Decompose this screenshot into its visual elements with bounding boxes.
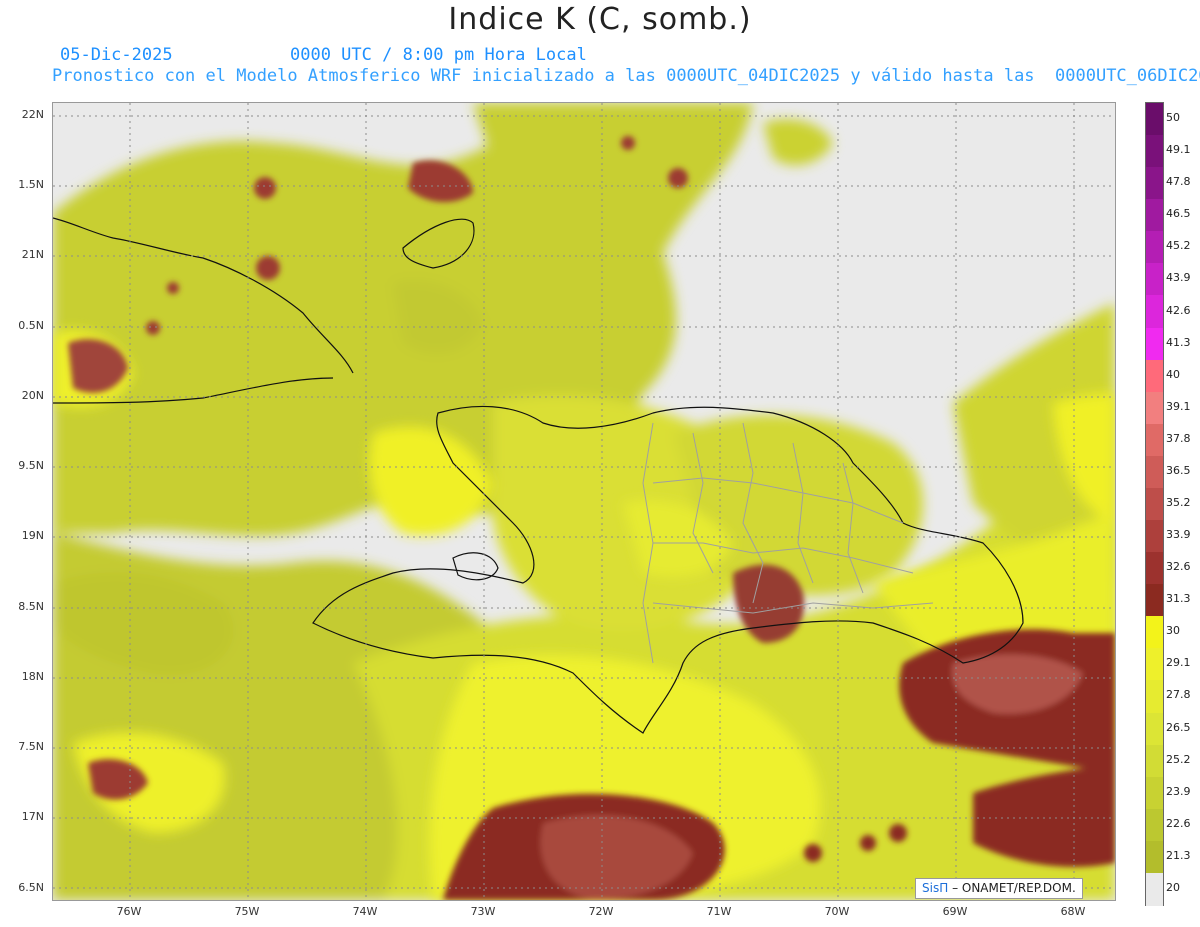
colorbar-cell <box>1146 552 1163 586</box>
colorbar-cell <box>1146 231 1163 265</box>
lon-label-70w: 70W <box>824 905 850 918</box>
lat-label-20-5n: 0.5N <box>18 319 44 332</box>
colorbar-label: 41.3 <box>1166 335 1191 349</box>
colorbar-label: 26.5 <box>1166 720 1191 734</box>
colorbar-cell <box>1146 263 1163 297</box>
colorbar-label: 46.5 <box>1166 207 1191 221</box>
colorbar-cell <box>1146 295 1163 329</box>
forecast-time: 0000 UTC / 8:00 pm Hora Local <box>290 45 587 65</box>
lon-label-71w: 71W <box>706 905 732 918</box>
colorbar-cell <box>1146 327 1163 361</box>
colorbar-cell <box>1146 199 1163 233</box>
forecast-date: 05-Dic-2025 <box>60 45 173 65</box>
colorbar-cell <box>1146 840 1163 874</box>
lon-label-73w: 73W <box>470 905 496 918</box>
colorbar-cell <box>1146 616 1163 650</box>
colorbar-label: 27.8 <box>1166 688 1191 702</box>
colorbar-cell <box>1146 359 1163 393</box>
lat-label-16-5n: 6.5N <box>18 881 44 894</box>
lat-label-20n: 20N <box>21 389 44 402</box>
colorbar-cell <box>1146 391 1163 425</box>
colorbar-label: 39.1 <box>1166 399 1191 413</box>
lon-label-75w: 75W <box>234 905 260 918</box>
colorbar-label: 36.5 <box>1166 463 1191 477</box>
credit-text: – ONAMET/REP.DOM. <box>952 881 1076 895</box>
lon-label-74w: 74W <box>352 905 378 918</box>
colorbar-label: 49.1 <box>1166 143 1191 157</box>
colorbar-cell <box>1146 487 1163 521</box>
colorbar-cell <box>1146 584 1163 618</box>
colorbar-label: 29.1 <box>1166 656 1191 670</box>
colorbar-cell <box>1146 103 1163 136</box>
colorbar-label: 23.9 <box>1166 784 1191 798</box>
colorbar-label: 25.2 <box>1166 752 1191 766</box>
colorbar-cell <box>1146 648 1163 682</box>
map-title: Indice K (C, somb.) <box>448 2 752 37</box>
colorbar-cell <box>1146 872 1163 906</box>
lon-label-68w: 68W <box>1060 905 1086 918</box>
lat-label-18-5n: 8.5N <box>18 600 44 613</box>
colorbar-cell <box>1146 776 1163 810</box>
lat-label-19n: 19N <box>21 529 44 542</box>
colorbar-label: 42.6 <box>1166 303 1191 317</box>
colorbar-cell <box>1146 520 1163 554</box>
lat-label-18n: 18N <box>21 670 44 683</box>
colorbar-label: 35.2 <box>1166 496 1191 509</box>
colorbar-cell <box>1146 455 1163 489</box>
credit-box: SisΠ – ONAMET/REP.DOM. <box>915 878 1083 899</box>
colorbar-cell <box>1146 167 1163 201</box>
lon-label-69w: 69W <box>942 905 968 918</box>
lat-label-19-5n: 9.5N <box>18 459 44 472</box>
lat-label-17n: 17N <box>21 810 44 823</box>
colorbar-label: 47.8 <box>1166 175 1191 189</box>
colorbar-cell <box>1146 712 1163 746</box>
forecast-description: Pronostico con el Modelo Atmosferico WRF… <box>52 66 1200 86</box>
lon-label-76w: 76W <box>116 905 142 918</box>
colorbar-label: 45.2 <box>1166 239 1191 253</box>
colorbar <box>1145 102 1164 906</box>
colorbar-label: 20 <box>1166 880 1180 894</box>
colorbar-label: 22.6 <box>1166 816 1191 830</box>
colorbar-label: 32.6 <box>1166 560 1191 574</box>
lat-label-17-5n: 7.5N <box>18 740 44 753</box>
credit-brand: SisΠ <box>922 881 949 895</box>
lon-label-72w: 72W <box>588 905 614 918</box>
colorbar-label: 31.3 <box>1166 592 1191 606</box>
colorbar-cell <box>1146 423 1163 457</box>
lat-label-21-5n: 1.5N <box>18 178 44 191</box>
colorbar-label: 33.9 <box>1166 528 1191 542</box>
colorbar-cell <box>1146 680 1163 714</box>
colorbar-label: 40 <box>1166 367 1180 381</box>
map-panel <box>52 102 1116 901</box>
k-index-field <box>53 103 1115 900</box>
colorbar-label: 30 <box>1166 624 1180 638</box>
colorbar-label: 21.3 <box>1166 848 1191 862</box>
lat-label-21n: 21N <box>21 248 44 261</box>
colorbar-label: 43.9 <box>1166 271 1191 285</box>
colorbar-cell <box>1146 744 1163 778</box>
colorbar-label: 37.8 <box>1166 431 1191 445</box>
colorbar-cell <box>1146 135 1163 169</box>
lat-label-22n: 22N <box>21 108 44 121</box>
colorbar-label: 50 <box>1166 111 1180 125</box>
colorbar-cell <box>1146 808 1163 842</box>
